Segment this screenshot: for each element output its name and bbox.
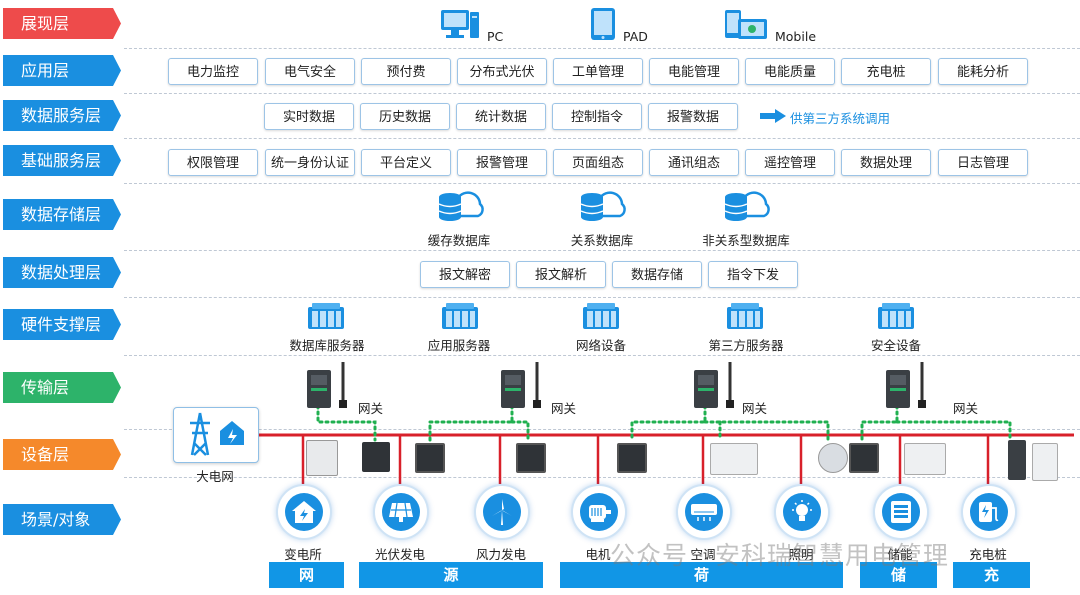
category-grid: 网	[269, 562, 344, 588]
substation-scene-icon	[276, 484, 332, 540]
motor-icon	[571, 484, 627, 540]
gateway-label: 网关	[742, 401, 768, 416]
meter-device	[415, 443, 445, 473]
meter-device	[617, 443, 647, 473]
scene-label: 风力发电	[475, 547, 527, 562]
gateway-label: 网关	[551, 401, 577, 416]
din-meter-device	[904, 443, 946, 475]
scene-label: 光伏发电	[374, 547, 426, 562]
category-charge: 充	[953, 562, 1030, 588]
gateway-icon	[501, 362, 541, 408]
charging-pile-icon	[961, 484, 1017, 540]
meter-device	[362, 442, 390, 472]
watermark: 公众号 · 安科瑞智慧用电管理	[610, 541, 949, 570]
gateway-label: 网关	[358, 401, 384, 416]
din-meter-device	[710, 443, 758, 475]
gateway-icon	[694, 362, 734, 408]
scene-label: 变电所	[284, 547, 322, 562]
lighting-icon	[774, 484, 830, 540]
solar-panel-icon	[373, 484, 429, 540]
meter-device	[516, 443, 546, 473]
air-conditioner-icon	[676, 484, 732, 540]
grid-label: 大电网	[196, 469, 234, 484]
relay-device	[306, 440, 338, 476]
meter-device	[849, 443, 879, 473]
power-tower-icon	[190, 412, 244, 456]
scene-label: 电机	[585, 547, 611, 562]
gateway-icon	[307, 362, 347, 408]
charger-device	[1008, 440, 1026, 480]
energy-storage-icon	[873, 484, 929, 540]
category-source: 源	[359, 562, 543, 588]
sensor-device	[818, 443, 848, 473]
gateway-icon	[886, 362, 926, 408]
scene-label: 充电桩	[969, 547, 1007, 562]
wind-turbine-icon	[474, 484, 530, 540]
gateway-label: 网关	[953, 401, 979, 416]
din-meter-device	[1032, 443, 1058, 481]
